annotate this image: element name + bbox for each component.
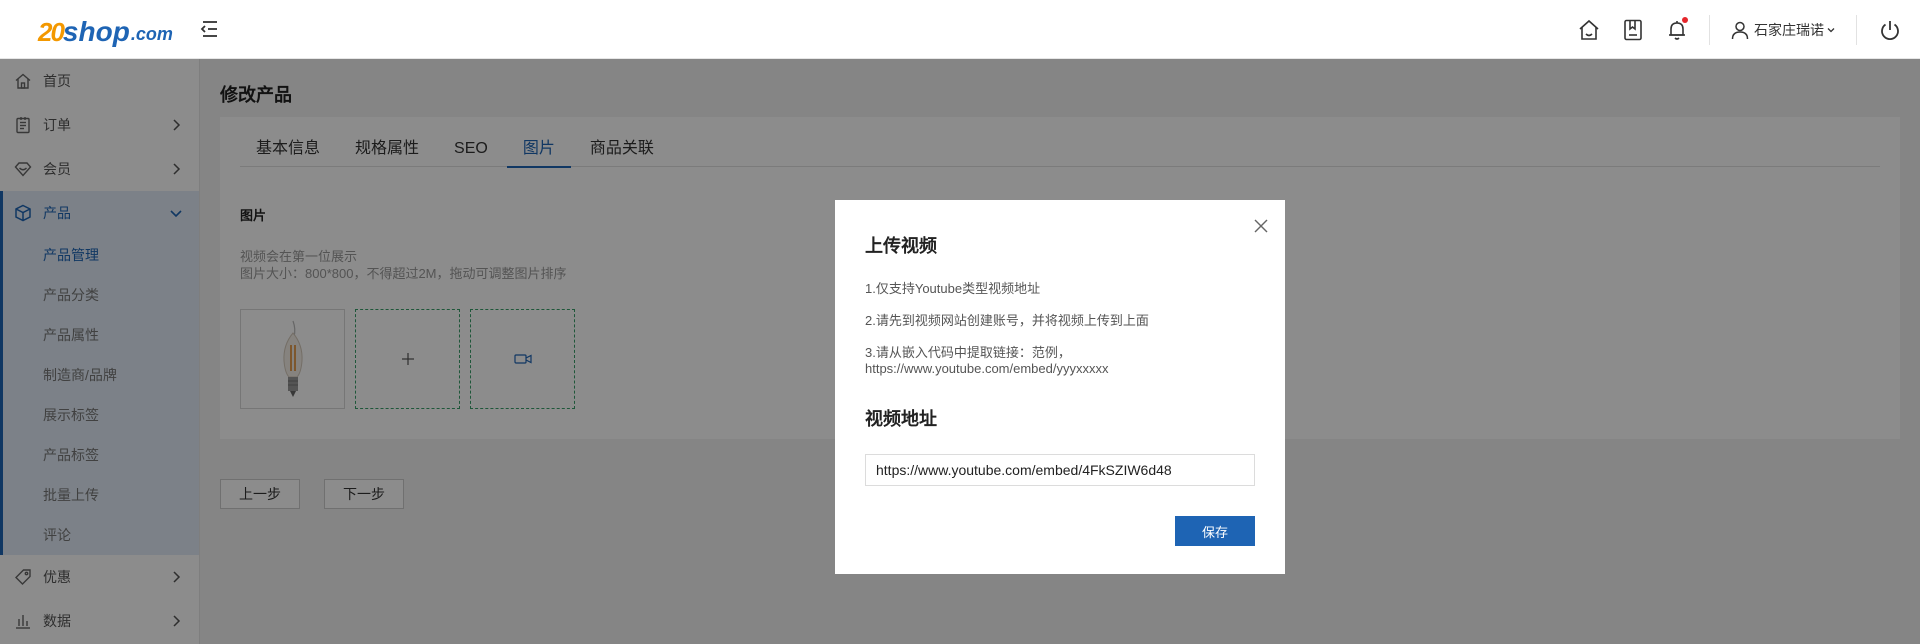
save-button[interactable]: 保存 [1175, 516, 1255, 546]
logo-shop: shop [62, 16, 130, 47]
instruction-2: 2.请先到视频网站创建账号，并将视频上传到上面 [865, 313, 1149, 328]
instruction-1: 1.仅支持Youtube类型视频地址 [865, 281, 1041, 296]
user-name: 石家庄瑞诺 [1754, 22, 1824, 38]
header-divider [1856, 15, 1857, 45]
close-icon[interactable] [1253, 218, 1269, 234]
home-icon[interactable] [1577, 18, 1601, 42]
site-logo[interactable]: 20 shop .com [38, 8, 173, 48]
logo-number: 20 [38, 17, 65, 47]
user-icon [1730, 20, 1750, 40]
upload-video-dialog: 上传视频 1.仅支持Youtube类型视频地址 2.请先到视频网站创建账号，并将… [835, 200, 1285, 574]
video-url-input[interactable] [865, 454, 1255, 486]
user-menu[interactable]: 石家庄瑞诺 [1730, 18, 1836, 42]
video-url-heading: 视频地址 [865, 409, 937, 429]
power-icon[interactable] [1878, 18, 1902, 42]
dialog-title: 上传视频 [865, 236, 937, 256]
book-icon[interactable] [1621, 18, 1645, 42]
bell-icon[interactable] [1665, 17, 1689, 42]
notification-dot [1682, 17, 1688, 23]
instruction-3: 3.请从嵌入代码中提取链接：范例， [865, 345, 1071, 360]
menu-collapse-icon[interactable] [198, 18, 220, 40]
header-divider [1709, 15, 1710, 45]
chevron-down-icon [1826, 25, 1836, 35]
logo-com: .com [130, 24, 173, 44]
top-header: 20 shop .com 石家庄瑞诺 [0, 0, 1920, 59]
instruction-3-example: https://www.youtube.com/embed/yyyxxxxx [865, 361, 1109, 376]
